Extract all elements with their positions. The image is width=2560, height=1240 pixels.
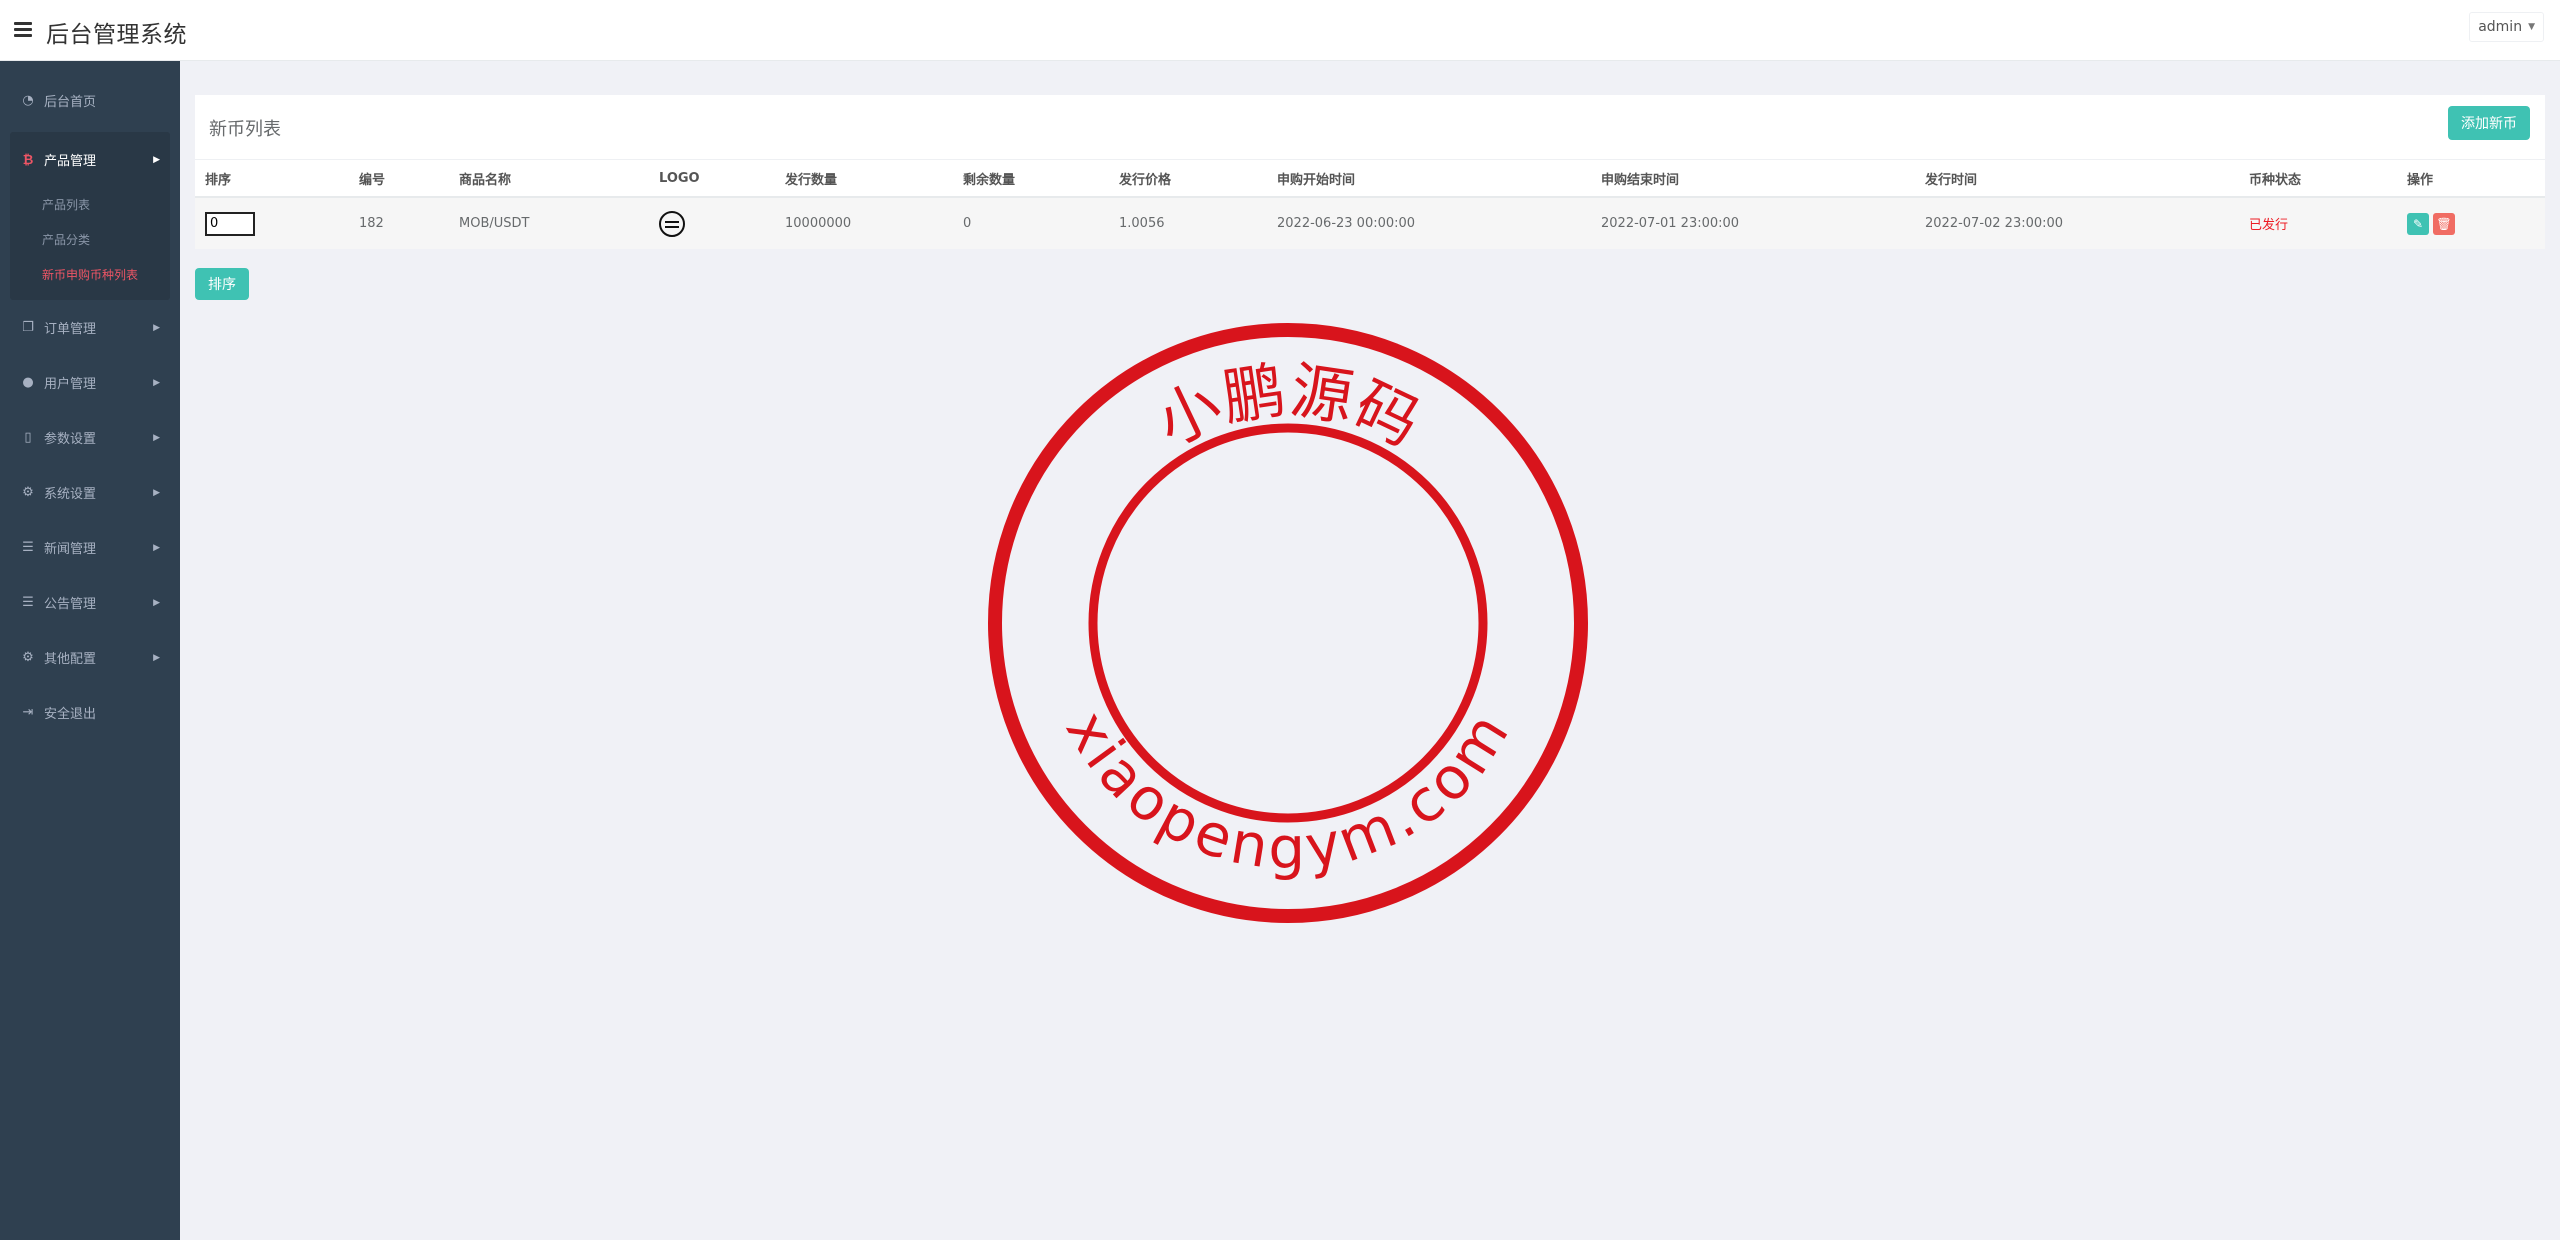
sidebar-item-label: 参数设置	[44, 432, 97, 447]
sidebar-item-label: 安全退出	[44, 707, 97, 722]
table-row: 182 MOB/USDT 10000000 0 1.0056 2022-06-2…	[195, 197, 2545, 249]
sidebar-item-products[interactable]: ₿ 产品管理 ▶	[10, 132, 170, 187]
sidebar-item-home[interactable]: ◔ 后台首页	[0, 73, 180, 128]
sidebar-item-label: 新闻管理	[44, 542, 97, 557]
sign-out-icon: ⇥	[22, 705, 34, 720]
sidebar-item-logout[interactable]: ⇥ 安全退出	[0, 685, 180, 740]
caret-right-icon: ▶	[153, 652, 160, 663]
col-header-id: 编号	[349, 160, 449, 198]
sidebar-subitem-product-list[interactable]: 产品列表	[10, 187, 170, 222]
caret-right-icon: ▶	[153, 542, 160, 553]
caret-down-icon: ▼	[2528, 22, 2535, 32]
cell-start-time: 2022-06-23 00:00:00	[1267, 197, 1591, 249]
sidebar-item-system[interactable]: ⚙ 系统设置 ▶	[0, 465, 180, 520]
cell-issue-price: 1.0056	[1109, 197, 1267, 249]
menu-toggle-icon[interactable]	[14, 19, 34, 41]
caret-right-icon: ▶	[153, 597, 160, 608]
sidebar-item-params[interactable]: ▯ 参数设置 ▶	[0, 410, 180, 465]
caret-right-icon: ▶	[153, 377, 160, 388]
sidebar-item-label: 系统设置	[44, 487, 97, 502]
coin-logo-icon	[659, 210, 685, 237]
caret-right-icon: ▶	[153, 432, 160, 443]
panel-header: 新币列表 添加新币	[195, 95, 2545, 160]
gear-icon: ⚙	[22, 650, 34, 665]
cell-status: 已发行	[2239, 197, 2397, 249]
col-header-name: 商品名称	[449, 160, 649, 198]
bitcoin-icon: ₿	[22, 152, 34, 168]
col-header-sort: 排序	[195, 160, 349, 198]
cell-end-time: 2022-07-01 23:00:00	[1591, 197, 1915, 249]
edit-icon[interactable]: ✎	[2407, 212, 2429, 235]
sidebar-item-label: 用户管理	[44, 377, 97, 392]
cell-sort	[195, 197, 349, 249]
cell-logo	[649, 197, 775, 249]
top-header: 后台管理系统 admin ▼	[0, 0, 2560, 61]
col-header-remaining-qty: 剩余数量	[953, 160, 1109, 198]
coin-table: 排序 编号 商品名称 LOGO 发行数量 剩余数量 发行价格 申购开始时间 申购…	[195, 160, 2545, 249]
cell-issue-qty: 10000000	[775, 197, 953, 249]
dashboard-icon: ◔	[22, 93, 34, 108]
cell-issue-time: 2022-07-02 23:00:00	[1915, 197, 2239, 249]
gears-icon: ⚙	[22, 485, 34, 500]
user-icon: ●	[22, 375, 34, 390]
cell-name: MOB/USDT	[449, 197, 649, 249]
col-header-actions: 操作	[2397, 160, 2545, 198]
sidebar-item-news[interactable]: ☰ 新闻管理 ▶	[0, 520, 180, 575]
caret-right-icon: ▶	[153, 487, 160, 498]
list-icon: ☰	[22, 540, 34, 555]
caret-right-icon: ▶	[153, 154, 160, 165]
sidebar-item-other-config[interactable]: ⚙ 其他配置 ▶	[0, 630, 180, 685]
sort-order-input[interactable]	[205, 211, 255, 236]
panel-title: 新币列表	[209, 119, 281, 140]
file-icon: ▯	[24, 430, 32, 445]
col-header-logo: LOGO	[649, 160, 775, 198]
sidebar-subitem-product-category[interactable]: 产品分类	[10, 222, 170, 257]
sidebar-item-announcements[interactable]: ☰ 公告管理 ▶	[0, 575, 180, 630]
new-coin-panel: 新币列表 添加新币 排序 编号 商品名称 LOGO 发行数量 剩余数量 发行价格…	[195, 95, 2545, 249]
sidebar-item-label: 公告管理	[44, 597, 97, 612]
cell-actions: ✎ 🗑	[2397, 197, 2545, 249]
sidebar-item-label: 产品管理	[44, 154, 97, 169]
col-header-end-time: 申购结束时间	[1591, 160, 1915, 198]
app-title: 后台管理系统	[46, 22, 187, 48]
user-menu-dropdown[interactable]: admin ▼	[2469, 12, 2544, 42]
sidebar-group-products: ₿ 产品管理 ▶ 产品列表 产品分类 新币申购币种列表	[10, 132, 170, 300]
sidebar-subitem-new-coin-list[interactable]: 新币申购币种列表	[10, 257, 170, 292]
list-icon: ☰	[22, 595, 34, 610]
sidebar: ◔ 后台首页 ₿ 产品管理 ▶ 产品列表 产品分类 新币申购币种列表 ❐ 订单管…	[0, 61, 180, 1240]
add-coin-button[interactable]: 添加新币	[2448, 106, 2530, 140]
user-name: admin	[2478, 19, 2523, 35]
sidebar-item-label: 后台首页	[44, 95, 97, 110]
table-header-row: 排序 编号 商品名称 LOGO 发行数量 剩余数量 发行价格 申购开始时间 申购…	[195, 160, 2545, 198]
col-header-issue-price: 发行价格	[1109, 160, 1267, 198]
sort-button[interactable]: 排序	[195, 268, 249, 300]
cell-id: 182	[349, 197, 449, 249]
sidebar-item-orders[interactable]: ❐ 订单管理 ▶	[0, 300, 180, 355]
col-header-start-time: 申购开始时间	[1267, 160, 1591, 198]
caret-right-icon: ▶	[153, 322, 160, 333]
col-header-status: 币种状态	[2239, 160, 2397, 198]
col-header-issue-qty: 发行数量	[775, 160, 953, 198]
col-header-issue-time: 发行时间	[1915, 160, 2239, 198]
sidebar-item-label: 订单管理	[44, 322, 97, 337]
sidebar-item-label: 其他配置	[44, 652, 97, 667]
cell-remaining-qty: 0	[953, 197, 1109, 249]
trash-icon[interactable]: 🗑	[2433, 212, 2455, 235]
copy-icon: ❐	[22, 320, 34, 335]
sidebar-item-users[interactable]: ● 用户管理 ▶	[0, 355, 180, 410]
main-content: 新币列表 添加新币 排序 编号 商品名称 LOGO 发行数量 剩余数量 发行价格…	[180, 61, 2560, 1240]
